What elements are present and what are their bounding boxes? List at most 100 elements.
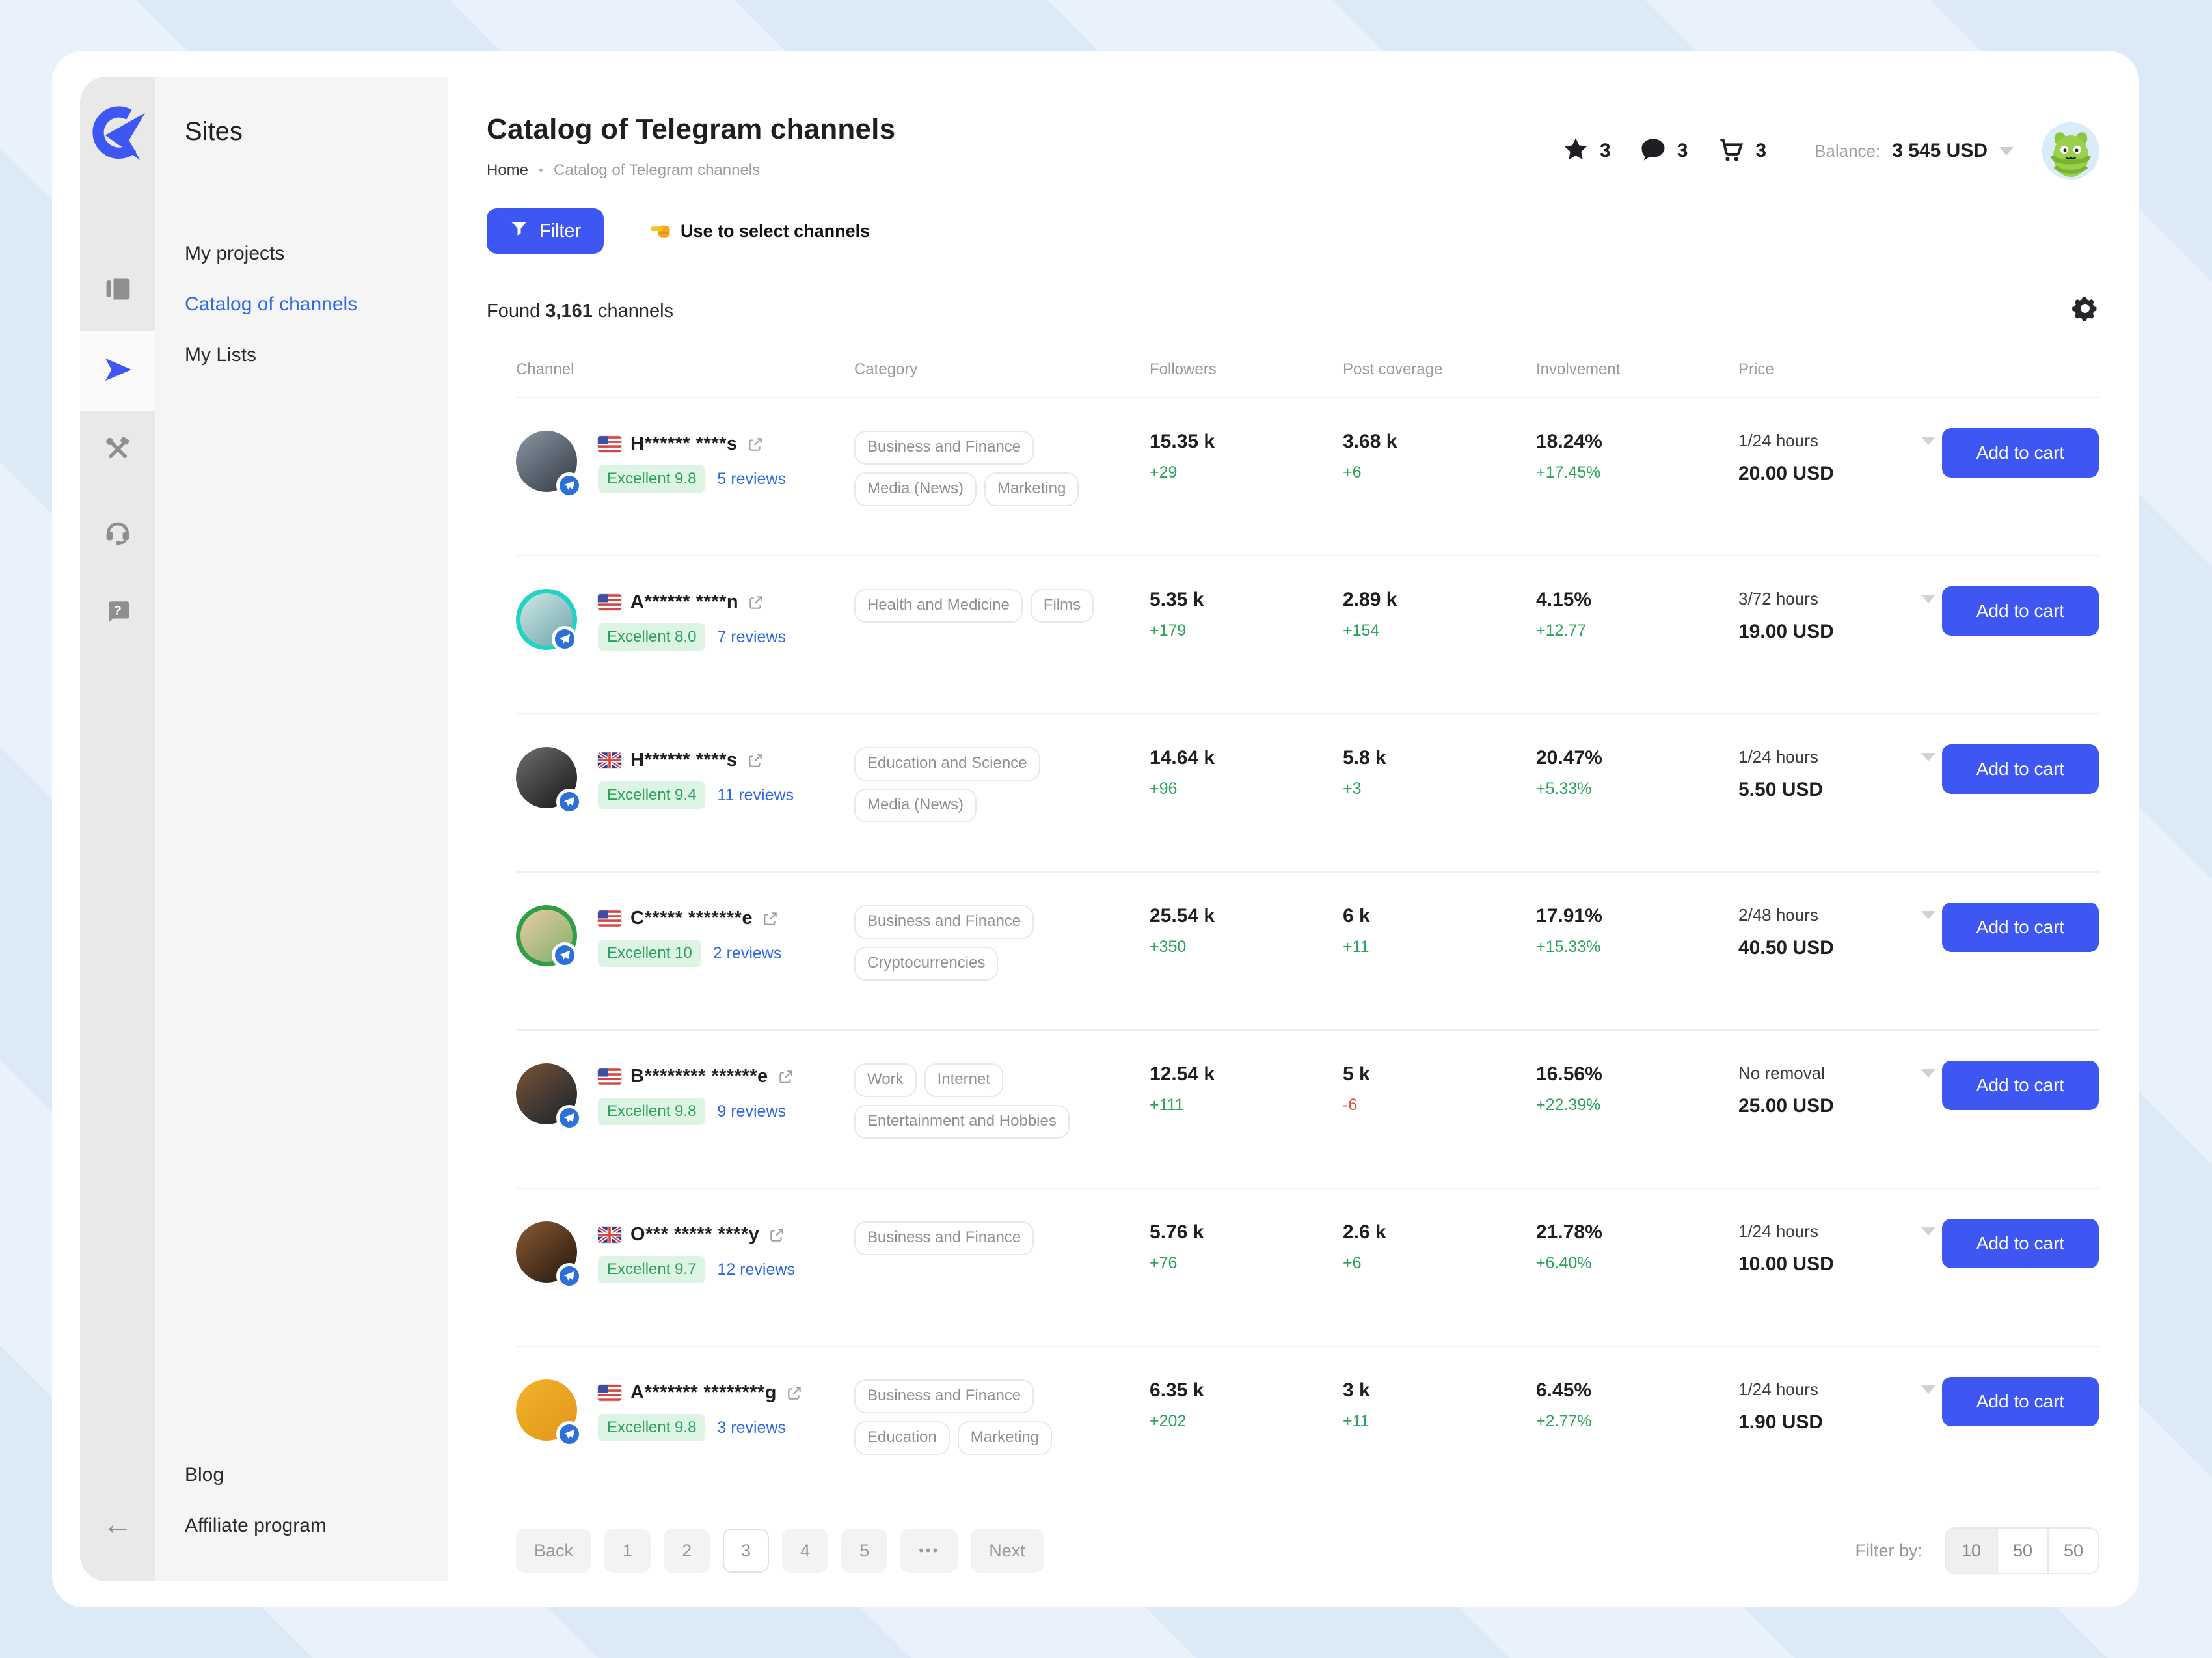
followers-value: 5.76 k — [1150, 1221, 1343, 1244]
rail-item-tools[interactable] — [80, 411, 155, 492]
chevron-down-icon[interactable] — [1921, 1069, 1936, 1078]
category-tag: Health and Medicine — [854, 589, 1023, 623]
channel-name[interactable]: A******* ********g — [630, 1382, 777, 1404]
favorites-button[interactable]: 3 — [1562, 136, 1611, 167]
filter-button[interactable]: Filter — [487, 208, 604, 254]
pagination-page-5[interactable]: 5 — [841, 1529, 887, 1573]
rail-item-support[interactable] — [80, 492, 155, 573]
category-tag: Business and Finance — [854, 1221, 1034, 1255]
breadcrumb-home-link[interactable]: Home — [487, 161, 528, 180]
reviews-link[interactable]: 9 reviews — [717, 1102, 786, 1121]
external-link-icon[interactable] — [747, 436, 764, 453]
channel-name[interactable]: C***** *******e — [630, 908, 753, 929]
sidebar-item-my-projects[interactable]: My projects — [185, 243, 448, 265]
cart-count: 3 — [1755, 140, 1766, 162]
app-logo-icon[interactable] — [85, 100, 150, 165]
add-to-cart-button[interactable]: Add to cart — [1942, 1377, 2099, 1426]
chevron-down-icon[interactable] — [1921, 1227, 1936, 1236]
chevron-down-icon[interactable] — [1921, 437, 1936, 445]
page-size-option-10[interactable]: 10 — [1946, 1529, 1997, 1573]
user-avatar[interactable] — [2042, 122, 2099, 180]
balance-label: Balance: — [1814, 141, 1880, 161]
channel-avatar — [516, 589, 577, 650]
channel-name[interactable]: O*** ***** ****y — [630, 1224, 759, 1245]
category-tag: Cryptocurrencies — [854, 947, 998, 981]
pagination-page-2[interactable]: 2 — [664, 1529, 710, 1573]
sidebar-item-blog[interactable]: Blog — [185, 1464, 327, 1486]
duration-value: 1/24 hours — [1738, 747, 1818, 767]
chevron-down-icon[interactable] — [1921, 911, 1936, 919]
pagination-page-1[interactable]: 1 — [604, 1529, 651, 1573]
external-link-icon[interactable] — [768, 1227, 785, 1244]
pagination-page-3[interactable]: 3 — [723, 1529, 769, 1573]
us-flag-icon — [598, 594, 621, 610]
external-link-icon[interactable] — [786, 1385, 803, 1402]
messages-button[interactable]: 3 — [1639, 136, 1688, 167]
reviews-link[interactable]: 7 reviews — [717, 628, 786, 647]
channel-name[interactable]: H****** ****s — [630, 750, 738, 771]
channel-name[interactable]: B******** ******e — [630, 1066, 768, 1087]
back-arrow-icon: ← — [102, 1507, 133, 1542]
add-to-cart-button[interactable]: Add to cart — [1942, 1219, 2099, 1268]
category-tag: Business and Finance — [854, 905, 1034, 939]
page-size-option-50a[interactable]: 50 — [1997, 1529, 2047, 1573]
involvement-delta: +22.39% — [1536, 1096, 1738, 1115]
reviews-link[interactable]: 12 reviews — [717, 1260, 795, 1279]
followers-delta: +111 — [1150, 1096, 1343, 1115]
page-title: Catalog of Telegram channels — [487, 113, 895, 146]
sidebar-nav: My projects Catalog of channels My Lists — [185, 243, 448, 366]
involvement-delta: +15.33% — [1536, 938, 1738, 957]
page-size-option-50b[interactable]: 50 — [2047, 1529, 2098, 1573]
reviews-link[interactable]: 11 reviews — [717, 786, 794, 805]
pagination-back-button[interactable]: Back — [516, 1529, 591, 1573]
sidebar-panel: Sites My projects Catalog of channels My… — [155, 77, 448, 1581]
add-to-cart-button[interactable]: Add to cart — [1942, 586, 2099, 636]
telegram-badge-icon — [552, 942, 578, 968]
pagination-ellipsis[interactable]: ••• — [900, 1529, 958, 1573]
price-value: 10.00 USD — [1738, 1253, 1942, 1275]
rating-badge: Excellent 9.8 — [598, 1098, 705, 1125]
channel-name[interactable]: H****** ****s — [630, 433, 738, 455]
reviews-link[interactable]: 5 reviews — [717, 470, 786, 489]
sidebar-item-my-lists[interactable]: My Lists — [185, 344, 448, 366]
add-to-cart-button[interactable]: Add to cart — [1942, 903, 2099, 952]
chevron-down-icon[interactable] — [1921, 753, 1936, 761]
coverage-value: 2.6 k — [1343, 1221, 1536, 1244]
external-link-icon[interactable] — [777, 1068, 794, 1085]
table-row: H****** ****s Excellent 9.4 11 reviews E… — [516, 714, 2099, 873]
pagination-page-4[interactable]: 4 — [782, 1529, 828, 1573]
favorites-count: 3 — [1600, 140, 1611, 162]
followers-value: 14.64 k — [1150, 747, 1343, 769]
reviews-link[interactable]: 3 reviews — [717, 1419, 786, 1437]
followers-delta: +96 — [1150, 780, 1343, 798]
cart-button[interactable]: 3 — [1716, 135, 1766, 167]
column-header-channel: Channel — [516, 360, 854, 379]
sidebar-rail: ? ← — [80, 77, 155, 1581]
sidebar-item-catalog-of-channels[interactable]: Catalog of channels — [185, 293, 448, 316]
collapse-sidebar-button[interactable]: ← — [80, 1506, 155, 1542]
rail-item-help[interactable]: ? — [80, 573, 155, 653]
us-flag-icon — [598, 436, 621, 452]
table-row: C***** *******e Excellent 10 2 reviews B… — [516, 873, 2099, 1031]
reviews-link[interactable]: 2 reviews — [713, 944, 782, 963]
involvement-delta: +2.77% — [1536, 1412, 1738, 1431]
category-tag: Entertainment and Hobbies — [854, 1105, 1070, 1139]
external-link-icon[interactable] — [747, 752, 764, 769]
add-to-cart-button[interactable]: Add to cart — [1942, 744, 2099, 794]
sidebar-item-affiliate-program[interactable]: Affiliate program — [185, 1515, 327, 1537]
channel-name[interactable]: A****** ****n — [630, 591, 738, 613]
pagination-next-button[interactable]: Next — [971, 1529, 1044, 1573]
column-header-followers: Followers — [1150, 360, 1343, 379]
star-icon — [1562, 136, 1589, 167]
chevron-down-icon[interactable] — [1921, 595, 1936, 603]
external-link-icon[interactable] — [762, 910, 779, 927]
rail-item-catalog[interactable] — [80, 331, 155, 411]
add-to-cart-button[interactable]: Add to cart — [1942, 1061, 2099, 1110]
add-to-cart-button[interactable]: Add to cart — [1942, 428, 2099, 478]
chevron-down-icon[interactable] — [1921, 1385, 1936, 1394]
table-row: A****** ****n Excellent 8.0 7 reviews He… — [516, 556, 2099, 714]
rail-item-projects[interactable] — [80, 250, 155, 331]
settings-gear-icon[interactable] — [2071, 294, 2099, 328]
external-link-icon[interactable] — [748, 594, 764, 611]
balance[interactable]: Balance: 3 545 USD — [1814, 140, 2014, 162]
